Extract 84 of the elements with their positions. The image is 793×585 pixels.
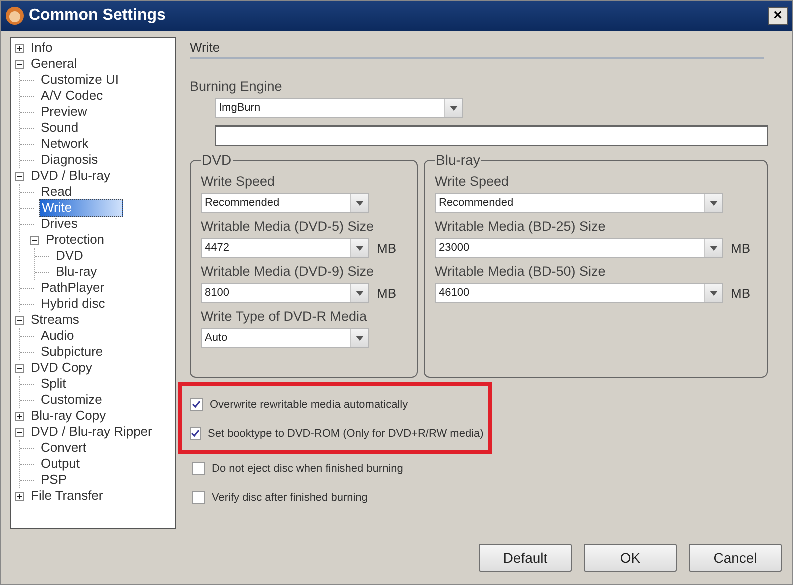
tree-item[interactable]: Streams (29, 312, 82, 328)
collapse-icon[interactable] (15, 60, 24, 68)
collapse-icon[interactable] (15, 364, 24, 372)
tree-item[interactable]: DVD / Blu-ray Ripper (29, 424, 154, 440)
dropdown[interactable]: 23000 (435, 238, 723, 258)
window-title: Common Settings (29, 7, 167, 25)
option-label: Overwrite rewritable media automatically (210, 398, 408, 410)
unit-label: MB (377, 240, 396, 256)
dropdown-arrow-icon (450, 106, 458, 110)
tree-item[interactable]: PSP (39, 472, 70, 488)
field-label: Writable Media (DVD-5) Size (201, 219, 376, 234)
dropdown-arrow-icon (356, 246, 364, 250)
checkbox[interactable] (190, 398, 203, 411)
tree-item[interactable]: Blu-ray (54, 264, 100, 280)
path-field[interactable] (215, 125, 768, 146)
tree-item[interactable]: Read (39, 184, 74, 200)
collapse-icon[interactable] (15, 172, 24, 180)
dropdown-arrow-icon (356, 290, 364, 296)
tree-item[interactable]: PathPlayer (39, 280, 107, 296)
tree-item[interactable]: Blu-ray Copy (29, 408, 108, 424)
tree-item[interactable]: Output (39, 456, 82, 472)
field-label: Writable Media (BD-50) Size (435, 264, 607, 279)
dropdown-arrow-icon (710, 200, 718, 206)
checkbox[interactable] (192, 462, 205, 475)
tree-item[interactable]: Drives (39, 216, 80, 232)
dialog-button[interactable]: Cancel (689, 544, 782, 572)
tree-item[interactable]: Write (39, 199, 124, 217)
tree-item[interactable]: Audio (39, 328, 76, 344)
tree-item[interactable]: Network (39, 136, 91, 152)
field-label: Write Type of DVD-R Media (201, 309, 368, 324)
field-label: Write Speed (435, 174, 510, 189)
option-label: Do not eject disc when finished burning (212, 462, 404, 474)
tree-item[interactable]: DVD / Blu-ray (29, 168, 112, 184)
group-title: Blu-ray (435, 152, 482, 168)
dropdown[interactable]: 4472 (201, 238, 369, 258)
option-label: Set booktype to DVD-ROM (Only for DVD+R/RW media) (208, 428, 484, 440)
checkbox[interactable] (190, 427, 201, 440)
unit-label: MB (731, 286, 750, 300)
dropdown-arrow-icon (356, 200, 364, 206)
tree-item[interactable]: Split (39, 376, 68, 392)
dropdown[interactable]: Auto (201, 328, 369, 348)
checkbox[interactable] (192, 491, 205, 504)
expand-icon[interactable] (15, 412, 24, 420)
tree-item[interactable]: Sound (39, 120, 81, 136)
tree-item[interactable]: Customize (39, 392, 104, 408)
close-button[interactable]: × (768, 7, 788, 25)
tree-item[interactable]: Hybrid disc (39, 296, 108, 312)
tree-item[interactable]: Info (29, 40, 55, 56)
expand-icon[interactable] (15, 492, 24, 500)
dropdown[interactable]: 46100 (435, 283, 723, 303)
tree-item[interactable]: DVD Copy (29, 360, 94, 376)
collapse-icon[interactable] (30, 236, 39, 244)
tree-item[interactable]: Subpicture (39, 344, 106, 360)
dropdown[interactable]: Recommended (435, 193, 723, 213)
unit-label: MB (377, 286, 396, 300)
field-label: Write Speed (201, 174, 276, 189)
field-label: Writable Media (BD-25) Size (435, 219, 607, 234)
collapse-icon[interactable] (15, 316, 24, 324)
field-label: Burning Engine (190, 79, 284, 94)
group-title: DVD (201, 152, 233, 168)
tree-item[interactable]: Protection (44, 232, 107, 248)
tree-item[interactable]: DVD (54, 248, 86, 264)
dropdown-arrow-icon (356, 336, 364, 340)
tree-item[interactable]: Convert (39, 440, 89, 456)
dropdown[interactable]: 8100 (201, 283, 369, 303)
tree-item[interactable]: A/V Codec (39, 88, 106, 104)
tree-item[interactable]: General (29, 56, 80, 72)
dropdown[interactable]: Recommended (201, 193, 369, 213)
tree-item[interactable]: Diagnosis (39, 152, 100, 168)
engine-dropdown[interactable]: ImgBurn (215, 98, 463, 118)
tree-item[interactable]: File Transfer (29, 488, 106, 504)
section-title: Write (190, 37, 764, 59)
unit-label: MB (731, 240, 750, 256)
dialog-button[interactable]: Default (479, 544, 572, 572)
dropdown-arrow-icon (710, 290, 718, 296)
field-label: Writable Media (DVD-9) Size (201, 264, 376, 279)
tree-item[interactable]: Customize UI (39, 72, 122, 88)
tree-item[interactable]: Preview (39, 104, 90, 120)
dialog-button[interactable]: OK (584, 544, 677, 572)
collapse-icon[interactable] (15, 428, 24, 436)
expand-icon[interactable] (15, 44, 24, 52)
dropdown-arrow-icon (710, 246, 718, 250)
app-logo-icon (5, 6, 25, 26)
option-label: Verify disc after finished burning (212, 492, 368, 504)
